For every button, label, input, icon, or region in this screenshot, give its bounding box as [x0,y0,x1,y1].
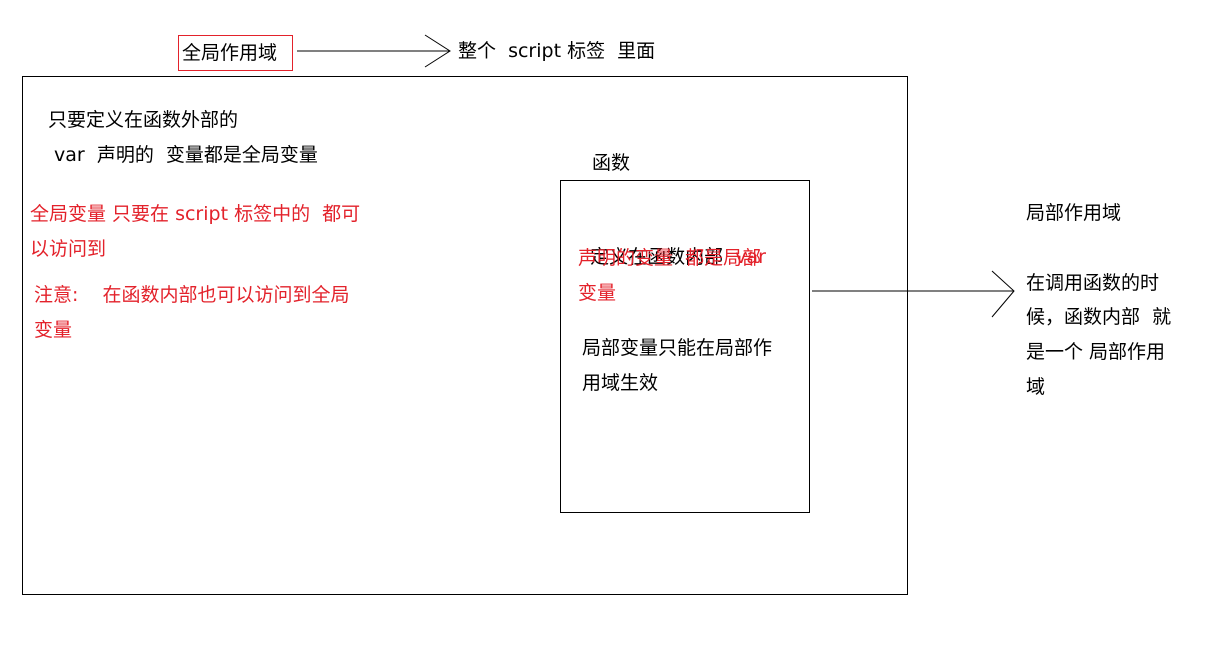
function-def-line2: 声明的变量 都是局部 [578,247,762,269]
global-note2-line2: 变量 [34,319,73,341]
global-scope-label: 全局作用域 [182,42,278,64]
arrow-to-script-desc [297,34,451,68]
function-local-line2: 用域生效 [582,372,659,394]
global-def-line1: 只要定义在函数外部的 [48,109,239,131]
arrow-to-local-scope [812,270,1015,318]
global-scope-description: 整个 script 标签 里面 [458,40,656,62]
function-title: 函数 [592,152,631,174]
global-scope-label-box: 全局作用域 [178,35,293,71]
local-scope-desc-line2: 候，函数内部 就 [1026,306,1172,328]
local-scope-desc-line1: 在调用函数的时 [1026,272,1160,294]
local-scope-label: 局部作用域 [1026,202,1122,224]
local-scope-desc-line4: 域 [1026,376,1046,398]
global-def-line2: var 声明的 变量都是全局变量 [48,144,318,166]
global-note2-line1: 注意: 在函数内部也可以访问到全局 [34,284,350,306]
local-scope-desc-line3: 是一个 局部作用 [1026,341,1166,363]
global-note1-line1: 全局变量 只要在 script 标签中的 都可 [30,203,361,225]
global-note1-line2: 以访问到 [30,238,107,260]
function-def-line3: 变量 [578,282,617,304]
function-local-line1: 局部变量只能在局部作 [582,337,773,359]
